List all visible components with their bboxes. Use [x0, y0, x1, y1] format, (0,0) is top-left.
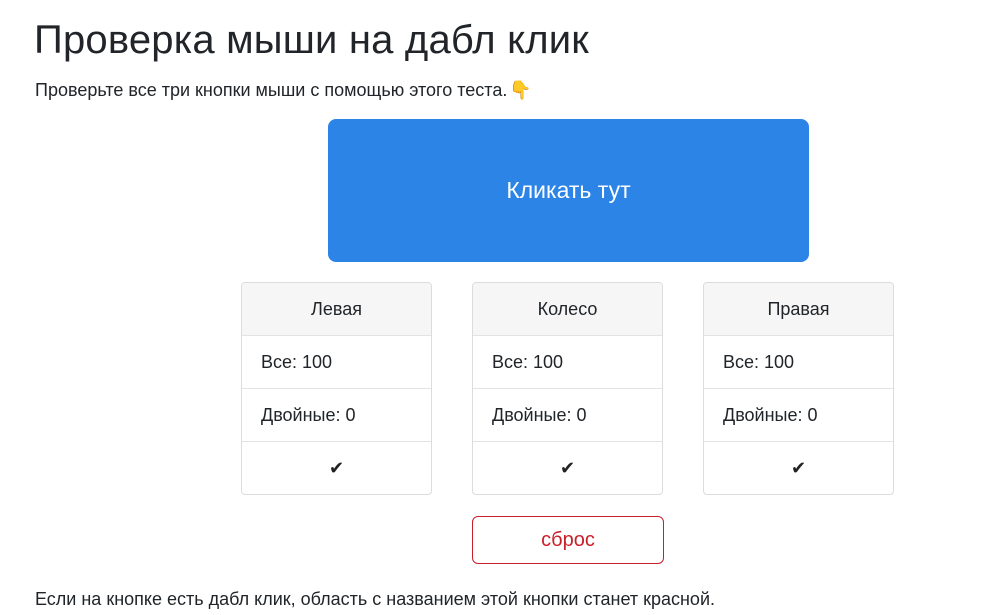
click-area-label: Кликать тут — [506, 177, 631, 203]
click-test-area[interactable]: Кликать тут — [328, 119, 809, 262]
right-button-header: Правая — [704, 283, 893, 336]
left-button-doubles: Двойные: 0 — [242, 389, 431, 442]
wheel-button-total: Все: 100 — [473, 336, 662, 389]
checkmark-icon: ✔ — [790, 458, 807, 479]
subtitle-text: Проверьте все три кнопки мыши с помощью … — [35, 80, 508, 100]
reset-button[interactable]: сброс — [472, 516, 664, 564]
pointing-down-hand-icon: 👇 — [509, 80, 532, 100]
left-button-header: Левая — [242, 283, 431, 336]
right-button-doubles: Двойные: 0 — [704, 389, 893, 442]
right-button-card: Правая Все: 100 Двойные: 0 ✔ — [703, 282, 894, 495]
footer-note: Если на кнопке есть дабл клик, область с… — [35, 589, 716, 609]
page-title: Проверка мыши на дабл клик — [34, 18, 590, 62]
wheel-button-header: Колесо — [473, 283, 662, 336]
right-button-total: Все: 100 — [704, 336, 893, 389]
wheel-button-status: ✔ — [473, 442, 662, 494]
wheel-button-card: Колесо Все: 100 Двойные: 0 ✔ — [472, 282, 663, 495]
page-subtitle: Проверьте все три кнопки мыши с помощью … — [35, 78, 532, 102]
checkmark-icon: ✔ — [328, 458, 345, 479]
left-button-total: Все: 100 — [242, 336, 431, 389]
checkmark-icon: ✔ — [559, 458, 576, 479]
wheel-button-doubles: Двойные: 0 — [473, 389, 662, 442]
left-button-status: ✔ — [242, 442, 431, 494]
left-button-card: Левая Все: 100 Двойные: 0 ✔ — [241, 282, 432, 495]
right-button-status: ✔ — [704, 442, 893, 494]
